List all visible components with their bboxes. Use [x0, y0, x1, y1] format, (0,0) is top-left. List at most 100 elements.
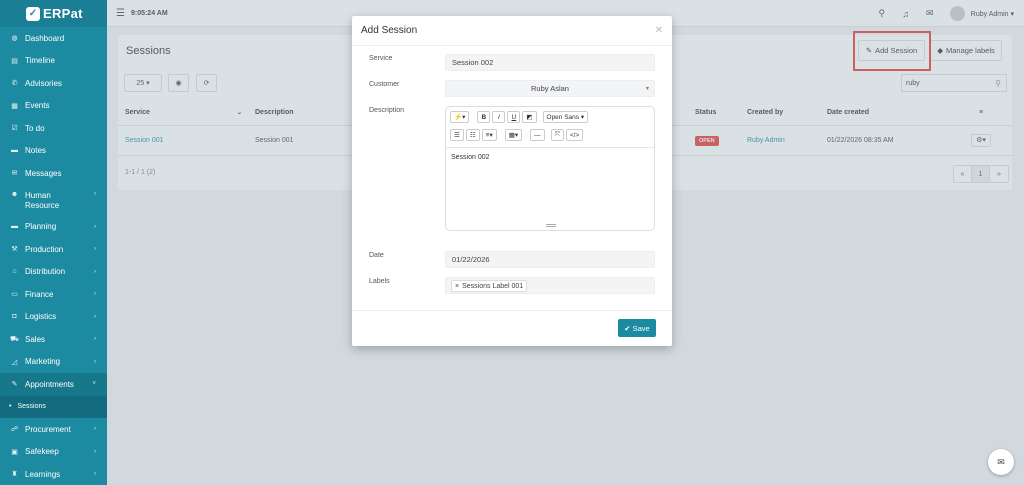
chevron-right-icon: ›: [94, 471, 96, 478]
users-icon: ☻: [10, 191, 19, 198]
date-input[interactable]: 01/22/2026: [445, 251, 655, 268]
sidebar-item-messages[interactable]: ✉ Messages: [0, 162, 107, 185]
date-label: Date: [369, 252, 384, 259]
label-tag: × Sessions Label 001: [451, 280, 528, 292]
sidebar-item-human-resource[interactable]: ☻ Human Resource ›: [0, 185, 107, 216]
sidebar-item-todo[interactable]: ☑ To do: [0, 117, 107, 140]
sidebar-item-label: Appointments: [25, 379, 74, 389]
sidebar-item-label: Sales: [25, 334, 46, 344]
sidebar-item-dashboard[interactable]: ◍ Dashboard: [0, 27, 107, 50]
note-icon: ▬: [11, 147, 18, 155]
modal-title: Add Session: [361, 25, 418, 36]
service-label: Service: [369, 55, 393, 62]
wrench-icon: ⚒: [11, 246, 18, 254]
font-family-dropdown[interactable]: Open Sans ▾: [542, 111, 589, 123]
bullet-list-icon[interactable]: ☰: [450, 129, 464, 141]
remove-tag-icon[interactable]: ×: [455, 283, 459, 290]
chevron-right-icon: ›: [94, 358, 96, 365]
bank-icon: ⌂: [12, 268, 17, 276]
table-icon[interactable]: ▦▾: [504, 129, 523, 141]
caret-down-icon: ▾: [645, 86, 649, 92]
logo-icon: ✓: [26, 6, 40, 21]
chevron-right-icon: ›: [94, 246, 96, 253]
sidebar-item-timeline[interactable]: ▤ Timeline: [0, 50, 107, 73]
modal-footer-divider: [352, 310, 672, 311]
close-icon[interactable]: ✕: [655, 25, 663, 36]
italic-icon[interactable]: I: [492, 111, 506, 123]
sidebar-item-label: Production: [25, 244, 64, 254]
sidebar-item-label: Events: [25, 101, 50, 111]
sidebar-item-label: Finance: [25, 289, 54, 299]
save-button[interactable]: ✔ Save: [618, 319, 656, 337]
sidebar-item-label: Notes: [25, 146, 46, 156]
calendar-icon: ▦: [11, 102, 18, 110]
logo-text: ERPat: [43, 6, 83, 21]
sidebar-item-production[interactable]: ⚒ Production ›: [0, 238, 107, 261]
sidebar-item-label: Timeline: [25, 56, 55, 66]
fullscreen-icon[interactable]: ⤧: [550, 129, 564, 141]
sidebar-item-advisories[interactable]: ✆ Advisories: [0, 72, 107, 95]
sidebar-item-distribution[interactable]: ⌂ Distribution ›: [0, 261, 107, 284]
save-label: Save: [632, 323, 650, 333]
service-input[interactable]: Session 002: [445, 54, 655, 71]
customer-label: Customer: [369, 81, 400, 88]
sidebar: ✓ ERPat ◍ Dashboard ▤ Timeline ✆ Advisories…: [0, 0, 107, 485]
customer-value: Ruby Aslan: [531, 84, 569, 93]
sidebar-item-sales[interactable]: ⛟ Sales ›: [0, 328, 107, 351]
truck-icon: ◘: [12, 313, 17, 321]
sidebar-item-planning[interactable]: ▬ Planning ›: [0, 216, 107, 239]
graduation-icon: ♜: [11, 471, 18, 479]
sidebar-item-learnings[interactable]: ♜ Learnings ›: [0, 463, 107, 485]
horizontal-rule-icon[interactable]: —: [530, 129, 545, 141]
editor-toolbar-row-2: ☰ ☷ ≡▾ ▦▾ — ⤧ </>: [450, 129, 584, 141]
sidebar-item-events[interactable]: ▦ Events: [0, 95, 107, 118]
label-tag-text: Sessions Label 001: [462, 282, 524, 290]
labels-label: Labels: [369, 278, 390, 285]
code-view-icon[interactable]: </>: [565, 129, 584, 141]
sidebar-item-safekeep[interactable]: ▣ Safekeep ›: [0, 441, 107, 464]
logo[interactable]: ✓ ERPat: [0, 0, 107, 27]
numbered-list-icon[interactable]: ☷: [465, 129, 480, 141]
sidebar-item-notes[interactable]: ▬ Notes: [0, 140, 107, 163]
chevron-right-icon: ›: [94, 426, 96, 433]
sidebar-item-finance[interactable]: ▭ Finance ›: [0, 283, 107, 306]
eraser-icon[interactable]: ◩: [522, 111, 537, 123]
underline-icon[interactable]: U: [507, 111, 521, 123]
sidebar-item-label: Human Resource: [25, 190, 60, 210]
bold-icon[interactable]: B: [477, 111, 491, 123]
align-icon[interactable]: ≡▾: [481, 129, 497, 141]
resize-handle-icon[interactable]: [546, 224, 556, 227]
dot-icon: •: [9, 403, 12, 411]
sidebar-item-label: Messages: [25, 168, 62, 178]
sidebar-item-procurement[interactable]: ☍ Procurement ›: [0, 418, 107, 441]
sidebar-item-logistics[interactable]: ◘ Logistics ›: [0, 306, 107, 329]
magic-wand-icon[interactable]: ⚡▾: [450, 111, 470, 123]
chat-icon[interactable]: ✉: [988, 449, 1014, 475]
labels-input[interactable]: × Sessions Label 001: [445, 277, 655, 294]
customer-select[interactable]: Ruby Aslan ▾: [445, 80, 655, 97]
chevron-right-icon: ›: [94, 223, 96, 230]
dashboard-icon: ◍: [11, 35, 18, 43]
handshake-icon: ☍: [10, 426, 19, 434]
chevron-right-icon: ›: [94, 336, 96, 343]
editor-content[interactable]: Session 002: [451, 154, 490, 161]
sidebar-item-label: Procurement: [25, 424, 71, 434]
sidebar-subitem-sessions[interactable]: • Sessions: [0, 395, 107, 418]
megaphone-icon: ✆: [11, 80, 18, 88]
archive-icon: ▣: [11, 448, 18, 456]
description-editor: ⚡▾ B I U ◩ Open Sans ▾ ☰ ☷ ≡▾ ▦▾ — ⤧ </>: [445, 106, 655, 231]
edit-icon: ✎: [11, 381, 18, 389]
sidebar-item-marketing[interactable]: ◿ Marketing ›: [0, 351, 107, 374]
editor-divider: [446, 147, 654, 148]
chevron-right-icon: ›: [94, 268, 96, 275]
envelope-icon: ✉: [11, 170, 18, 178]
sidebar-item-label: Dashboard: [25, 33, 65, 43]
sidebar-item-label: Safekeep: [25, 447, 59, 457]
chevron-right-icon: ›: [94, 291, 96, 298]
chart-icon: ◿: [11, 358, 18, 366]
money-icon: ▭: [11, 291, 18, 299]
description-label: Description: [369, 107, 405, 114]
chevron-right-icon: ›: [94, 448, 96, 455]
sidebar-item-appointments[interactable]: ✎ Appointments ˅: [0, 373, 107, 396]
sidebar-item-label: Learnings: [25, 469, 61, 479]
